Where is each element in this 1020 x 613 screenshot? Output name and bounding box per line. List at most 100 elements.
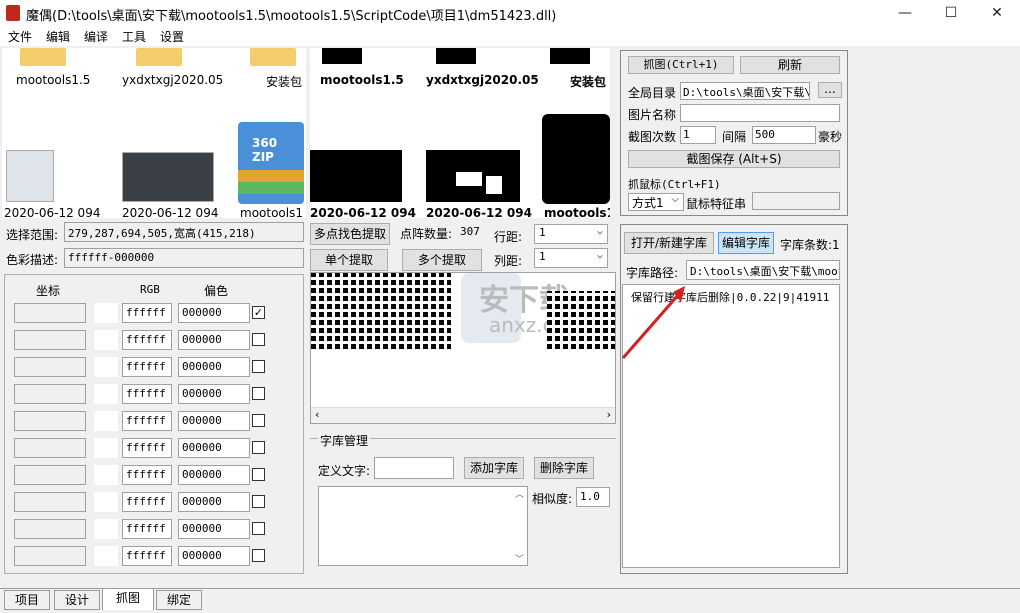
offset-field[interactable]: 000000 bbox=[178, 303, 250, 323]
coord-field[interactable] bbox=[14, 357, 86, 377]
rgb-field[interactable]: ffffff bbox=[122, 411, 172, 431]
menu-settings[interactable]: 设置 bbox=[160, 28, 184, 45]
binarized-preview[interactable]: mootools1.5 yxdxtxgj2020.05 安装包 2020-06-… bbox=[310, 48, 610, 218]
rgb-field[interactable]: ffffff bbox=[122, 492, 172, 512]
offset-field[interactable]: 000000 bbox=[178, 546, 250, 566]
define-text-input[interactable] bbox=[374, 457, 454, 479]
chevron-down-icon[interactable]: ﹀ bbox=[515, 552, 524, 565]
offset-field[interactable]: 000000 bbox=[178, 438, 250, 458]
chevron-up-icon[interactable]: ︿ bbox=[515, 487, 524, 500]
count-label: 截图次数 bbox=[628, 130, 677, 144]
binarized-thumb bbox=[310, 150, 402, 202]
thumb-label: 2020-06-12 094 bbox=[4, 206, 101, 218]
refresh-button[interactable]: 刷新 bbox=[740, 56, 840, 74]
dict-count-label: 字库条数:1 bbox=[780, 238, 840, 252]
coord-field[interactable] bbox=[14, 411, 86, 431]
single-extract-button[interactable]: 单个提取 bbox=[310, 249, 388, 271]
multi-extract-button[interactable]: 多个提取 bbox=[402, 249, 482, 271]
browse-button[interactable]: ... bbox=[818, 82, 842, 98]
row-checkbox[interactable] bbox=[252, 522, 265, 535]
dict-path-input[interactable]: D:\tools\桌面\安下载\mooto bbox=[686, 260, 840, 280]
thumb-label: 安装包 bbox=[570, 75, 607, 89]
color-desc-field[interactable]: ffffff-000000 bbox=[64, 248, 304, 268]
rgb-field[interactable]: ffffff bbox=[122, 330, 172, 350]
range-field[interactable]: 279,287,694,505,宽高(415,218) bbox=[64, 222, 304, 242]
menu-compile[interactable]: 编译 bbox=[84, 28, 108, 45]
offset-field[interactable]: 000000 bbox=[178, 465, 250, 485]
thumb-label: yxdxtxgj2020.05 bbox=[426, 73, 539, 87]
horizontal-scrollbar[interactable]: ‹ › bbox=[311, 407, 615, 423]
row-spacing-select[interactable]: 1 ⌵ bbox=[534, 224, 608, 244]
row-checkbox[interactable] bbox=[252, 333, 265, 346]
coord-field[interactable] bbox=[14, 384, 86, 404]
row-checkbox[interactable] bbox=[252, 549, 265, 562]
offset-field[interactable]: 000000 bbox=[178, 411, 250, 431]
tab-capture[interactable]: 抓图 bbox=[102, 588, 154, 610]
coord-field[interactable] bbox=[14, 303, 86, 323]
open-dict-button[interactable]: 打开/新建字库 bbox=[624, 232, 714, 254]
dot-count-value: 307 bbox=[460, 225, 480, 238]
rgb-field[interactable]: ffffff bbox=[122, 519, 172, 539]
save-capture-button[interactable]: 截图保存 (Alt+S) bbox=[628, 150, 840, 168]
dot-matrix-view[interactable]: 安下载 anxz.com ‹ › bbox=[310, 272, 616, 424]
coord-field[interactable] bbox=[14, 546, 86, 566]
mouse-feature-input[interactable] bbox=[752, 192, 840, 210]
row-checkbox[interactable] bbox=[252, 468, 265, 481]
row-checkbox[interactable] bbox=[252, 387, 265, 400]
coord-header: 坐标 bbox=[36, 284, 61, 298]
pic-name-input[interactable] bbox=[680, 104, 840, 122]
row-checkbox[interactable]: ✓ bbox=[252, 306, 265, 319]
offset-field[interactable]: 000000 bbox=[178, 357, 250, 377]
menu-file[interactable]: 文件 bbox=[8, 28, 32, 45]
tab-bind[interactable]: 绑定 bbox=[156, 590, 202, 610]
folder-icon bbox=[136, 48, 182, 66]
rgb-field[interactable]: ffffff bbox=[122, 303, 172, 323]
menu-tools[interactable]: 工具 bbox=[122, 28, 146, 45]
delete-library-button[interactable]: 删除字库 bbox=[534, 457, 594, 479]
mode-value: 方式1 bbox=[632, 196, 664, 210]
annotation-arrow bbox=[621, 286, 685, 359]
coord-field[interactable] bbox=[14, 492, 86, 512]
coord-field[interactable] bbox=[14, 438, 86, 458]
close-button[interactable]: ✕ bbox=[974, 0, 1020, 26]
interval-input[interactable]: 500 bbox=[752, 126, 816, 144]
row-checkbox[interactable] bbox=[252, 414, 265, 427]
similarity-input[interactable]: 1.0 bbox=[576, 487, 610, 507]
global-dir-input[interactable]: D:\tools\桌面\安下载\ bbox=[680, 82, 810, 100]
rgb-field[interactable]: ffffff bbox=[122, 546, 172, 566]
chevron-right-icon[interactable]: › bbox=[607, 408, 611, 421]
capture-button[interactable]: 抓图(Ctrl+1) bbox=[628, 56, 734, 74]
chevron-left-icon[interactable]: ‹ bbox=[315, 408, 319, 421]
tab-design[interactable]: 设计 bbox=[54, 590, 100, 610]
coord-field[interactable] bbox=[14, 519, 86, 539]
mode-select[interactable]: 方式1 ⌵ bbox=[628, 193, 684, 211]
coord-field[interactable] bbox=[14, 330, 86, 350]
minimize-button[interactable]: — bbox=[882, 0, 928, 26]
rgb-field[interactable]: ffffff bbox=[122, 438, 172, 458]
col-spacing-select[interactable]: 1 ⌵ bbox=[534, 248, 608, 268]
mouse-capture-label: 抓鼠标(Ctrl+F1) bbox=[628, 178, 721, 191]
offset-field[interactable]: 000000 bbox=[178, 519, 250, 539]
coord-field[interactable] bbox=[14, 465, 86, 485]
tab-project[interactable]: 项目 bbox=[4, 590, 50, 610]
library-text-area[interactable]: ︿ ﹀ bbox=[318, 486, 528, 566]
row-checkbox[interactable] bbox=[252, 441, 265, 454]
row-checkbox[interactable] bbox=[252, 360, 265, 373]
maximize-button[interactable]: ☐ bbox=[928, 0, 974, 26]
menu-edit[interactable]: 编辑 bbox=[46, 28, 70, 45]
offset-field[interactable]: 000000 bbox=[178, 384, 250, 404]
rgb-field[interactable]: ffffff bbox=[122, 357, 172, 377]
offset-field[interactable]: 000000 bbox=[178, 330, 250, 350]
row-checkbox[interactable] bbox=[252, 495, 265, 508]
add-library-button[interactable]: 添加字库 bbox=[464, 457, 524, 479]
window-title: 魔偶(D:\tools\桌面\安下载\mootools1.5\mootools1… bbox=[26, 9, 557, 24]
offset-field[interactable]: 000000 bbox=[178, 492, 250, 512]
rgb-field[interactable]: ffffff bbox=[122, 384, 172, 404]
multi-color-extract-button[interactable]: 多点找色提取 bbox=[310, 223, 390, 245]
count-input[interactable]: 1 bbox=[680, 126, 716, 144]
color-swatch bbox=[94, 411, 118, 431]
edit-dict-button[interactable]: 编辑字库 bbox=[718, 232, 774, 254]
rgb-field[interactable]: ffffff bbox=[122, 465, 172, 485]
thumb-label: 2020-06-12 094 bbox=[426, 206, 532, 218]
screenshot-preview[interactable]: mootools1.5 yxdxtxgj2020.05 安装包 360 ZIP 2… bbox=[2, 48, 306, 218]
